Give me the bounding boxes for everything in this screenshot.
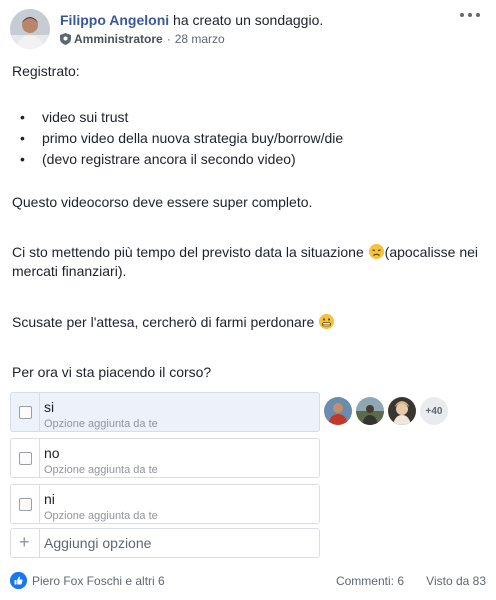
poll-option-si[interactable]: si Opzione aggiunta da te bbox=[10, 392, 320, 432]
list-item: primo video della nuova strategia buy/bo… bbox=[20, 129, 343, 148]
admin-role: Amministratore bbox=[74, 32, 163, 46]
grimacing-face-icon bbox=[319, 314, 335, 329]
voter-avatar[interactable] bbox=[356, 397, 384, 425]
list-item: (devo registrare ancora il secondo video… bbox=[20, 150, 296, 169]
option-sublabel: Opzione aggiunta da te bbox=[44, 464, 158, 476]
text-time-line1-tail: (apocalisse nei bbox=[384, 244, 479, 260]
likers-link[interactable]: Piero Fox Foschi e altri 6 bbox=[32, 574, 165, 588]
meta-separator: · bbox=[166, 32, 171, 46]
voter-avatar[interactable] bbox=[388, 397, 416, 425]
post-action: ha creato un sondaggio. bbox=[173, 12, 324, 28]
author-name[interactable]: Filippo Angeloni bbox=[60, 12, 169, 28]
comments-link[interactable]: Commenti: 6 bbox=[336, 574, 404, 588]
post-meta: Amministratore · 28 marzo bbox=[60, 32, 225, 46]
post-date[interactable]: 28 marzo bbox=[175, 32, 225, 46]
shield-icon bbox=[60, 33, 71, 45]
option-label: ni bbox=[44, 491, 55, 507]
poll-option-ni[interactable]: ni Opzione aggiunta da te bbox=[10, 484, 320, 524]
text-registered: Registrato: bbox=[12, 63, 80, 79]
author-avatar[interactable] bbox=[10, 9, 50, 49]
option-sublabel: Opzione aggiunta da te bbox=[44, 418, 158, 430]
checkbox[interactable] bbox=[19, 452, 32, 465]
option-label: no bbox=[44, 445, 60, 461]
add-option-input[interactable]: + Aggiungi opzione bbox=[10, 528, 320, 558]
text-sorry: Scusate per l'attesa, cercherò di farmi … bbox=[12, 313, 486, 332]
option-divider bbox=[39, 529, 40, 557]
option-divider bbox=[39, 439, 40, 477]
add-option-placeholder: Aggiungi opzione bbox=[44, 535, 152, 551]
like-icon[interactable] bbox=[10, 572, 27, 589]
poll-question: Per ora vi sta piacendo il corso? bbox=[12, 364, 212, 380]
checkbox[interactable] bbox=[19, 498, 32, 511]
more-voters-count[interactable]: +40 bbox=[420, 397, 448, 425]
disappointed-face-icon bbox=[368, 244, 384, 259]
post-header: Filippo Angeloni ha creato un sondaggio. bbox=[60, 12, 323, 28]
checkbox[interactable] bbox=[19, 406, 32, 419]
text-sorry-label: Scusate per l'attesa, cercherò di farmi … bbox=[12, 314, 315, 330]
more-dots-icon[interactable] bbox=[460, 8, 480, 22]
post-footer: Piero Fox Foschi e altri 6 Commenti: 6 V… bbox=[10, 572, 486, 590]
text-complete: Questo videocorso deve essere super comp… bbox=[12, 194, 313, 210]
option-label: si bbox=[44, 399, 55, 415]
views-count[interactable]: Visto da 83 bbox=[426, 574, 486, 588]
list-item: video sui trust bbox=[20, 108, 128, 127]
voter-avatar[interactable] bbox=[324, 397, 352, 425]
option-divider bbox=[39, 485, 40, 523]
text-time-line1: Ci sto mettendo più tempo del previsto d… bbox=[12, 244, 364, 260]
text-time-line2: mercati finanziari). bbox=[12, 263, 127, 279]
option-sublabel: Opzione aggiunta da te bbox=[44, 510, 158, 522]
text-time: Ci sto mettendo più tempo del previsto d… bbox=[12, 243, 486, 281]
option-divider bbox=[39, 393, 40, 431]
plus-icon: + bbox=[19, 532, 30, 552]
poll-option-no[interactable]: no Opzione aggiunta da te bbox=[10, 438, 320, 478]
